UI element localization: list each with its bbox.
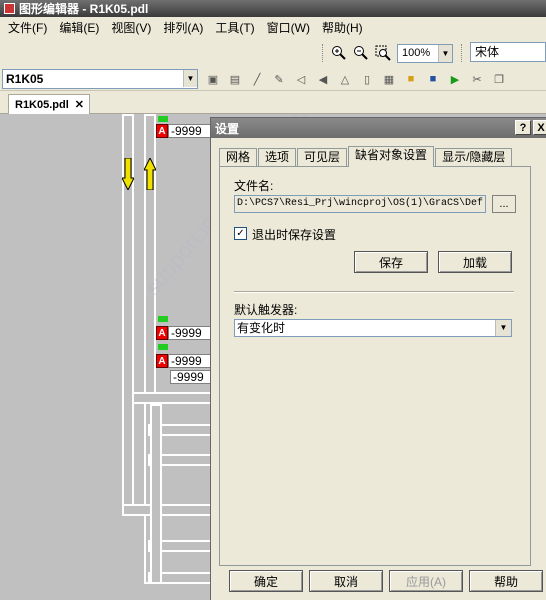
object-select[interactable]: R1K05 ▼ xyxy=(2,69,198,89)
chevron-down-icon[interactable]: ▼ xyxy=(183,70,197,87)
arrow-up-icon xyxy=(144,158,156,190)
value-indicator[interactable]: A -9999 xyxy=(156,124,218,138)
apply-button[interactable]: 应用(A) xyxy=(389,570,463,592)
value-indicator[interactable]: A -9999 xyxy=(156,354,218,368)
help-button[interactable]: 帮助 xyxy=(469,570,543,592)
status-led xyxy=(158,116,168,122)
copy-icon[interactable]: ❐ xyxy=(490,70,508,88)
file-path-field[interactable]: D:\PCS7\Resi_Prj\wincproj\OS(1)\GraCS\De… xyxy=(234,195,486,213)
zoom-area-icon[interactable] xyxy=(373,43,393,63)
pipe-segment[interactable] xyxy=(150,404,162,584)
connector-icon[interactable]: ╱ xyxy=(248,70,266,88)
document-tab[interactable]: R1K05.pdl ✕ xyxy=(8,94,90,114)
file-name-label: 文件名: xyxy=(234,179,274,193)
status-led xyxy=(158,316,168,322)
group-icon[interactable]: ▣ xyxy=(204,70,222,88)
align-top-icon[interactable]: △ xyxy=(336,70,354,88)
toolbar-grip[interactable] xyxy=(461,44,464,62)
menu-edit[interactable]: 编辑(E) xyxy=(53,18,105,38)
zoom-out-icon[interactable] xyxy=(351,43,371,63)
chevron-down-icon[interactable]: ▼ xyxy=(495,320,511,336)
tab-options[interactable]: 选项 xyxy=(258,148,297,166)
window-title: 图形编辑器 - R1K05.pdl xyxy=(19,2,149,16)
trigger-select[interactable]: 有变化时 ▼ xyxy=(234,319,512,337)
separator xyxy=(234,291,514,293)
alarm-flag: A xyxy=(156,354,168,368)
document-tab-label: R1K05.pdl xyxy=(15,98,69,111)
dialog-tabs: 网格 选项 可见层 缺省对象设置 显示/隐藏层 xyxy=(219,146,513,167)
tab-panel: 文件名: D:\PCS7\Resi_Prj\wincproj\OS(1)\Gra… xyxy=(219,166,531,566)
object-toolbar: R1K05 ▼ ▣ ▤ ╱ ✎ ◁ ◀ △ ▯ ▦ ■ ■ ▶ ✂ ❐ xyxy=(0,67,546,91)
save-button[interactable]: 保存 xyxy=(354,251,428,273)
menu-file[interactable]: 文件(F) xyxy=(2,18,53,38)
open-folder-icon[interactable]: ■ xyxy=(402,70,420,88)
dialog-title: 设置 xyxy=(215,121,240,136)
browse-button[interactable]: ... xyxy=(492,195,516,213)
new-icon[interactable]: ▯ xyxy=(358,70,376,88)
pipe-segment[interactable] xyxy=(122,504,222,516)
menu-arrange[interactable]: 排列(A) xyxy=(157,18,209,38)
zoom-select[interactable]: 100% ▼ xyxy=(397,43,453,63)
document-tab-strip: R1K05.pdl ✕ xyxy=(0,92,546,114)
cancel-button[interactable]: 取消 xyxy=(309,570,383,592)
run-icon[interactable]: ▶ xyxy=(446,70,464,88)
alarm-flag: A xyxy=(156,326,168,340)
wand-icon[interactable]: ✎ xyxy=(270,70,288,88)
tab-grid[interactable]: 网格 xyxy=(219,148,258,166)
status-led xyxy=(158,344,168,350)
ok-button[interactable]: 确定 xyxy=(229,570,303,592)
menu-view[interactable]: 视图(V) xyxy=(105,18,157,38)
menu-tools[interactable]: 工具(T) xyxy=(209,18,260,38)
align-left-icon[interactable]: ◁ xyxy=(292,70,310,88)
font-select[interactable]: 宋体 xyxy=(470,42,546,62)
app-icon xyxy=(4,3,15,14)
save-icon[interactable]: ■ xyxy=(424,70,442,88)
pipe-segment[interactable] xyxy=(132,392,222,404)
zoom-value: 100% xyxy=(402,46,431,59)
menu-window[interactable]: 窗口(W) xyxy=(261,18,316,38)
properties-icon[interactable]: ▦ xyxy=(380,70,398,88)
save-on-exit-checkbox[interactable]: ✓ xyxy=(234,227,247,240)
load-button[interactable]: 加载 xyxy=(438,251,512,273)
object-value: R1K05 xyxy=(6,72,44,86)
tab-default-object-settings[interactable]: 缺省对象设置 xyxy=(348,146,435,167)
trigger-label: 默认触发器: xyxy=(234,303,298,317)
ungroup-icon[interactable]: ▤ xyxy=(226,70,244,88)
align-right-icon[interactable]: ◀ xyxy=(314,70,332,88)
alarm-flag: A xyxy=(156,124,168,138)
menu-bar: 文件(F) 编辑(E) 视图(V) 排列(A) 工具(T) 窗口(W) 帮助(H… xyxy=(0,17,546,39)
zoom-toolbar: 100% ▼ xyxy=(0,39,546,67)
zoom-in-icon[interactable] xyxy=(329,43,349,63)
window-title-bar: 图形编辑器 - R1K05.pdl xyxy=(0,0,546,17)
font-value: 宋体 xyxy=(475,45,500,59)
menu-help[interactable]: 帮助(H) xyxy=(316,18,369,38)
arrow-down-icon xyxy=(122,158,134,190)
chevron-down-icon[interactable]: ▼ xyxy=(438,44,452,62)
value-indicator[interactable]: A -9999 xyxy=(156,326,218,340)
cut-icon[interactable]: ✂ xyxy=(468,70,486,88)
settings-dialog: 设置 ? X 网格 选项 可见层 缺省对象设置 显示/隐藏层 文件名: D:\P… xyxy=(210,117,546,600)
close-icon[interactable]: X xyxy=(533,120,546,135)
save-on-exit-label: 退出时保存设置 xyxy=(252,228,337,242)
dialog-title-bar: 设置 ? X xyxy=(211,118,546,138)
tab-visible-layers[interactable]: 可见层 xyxy=(297,148,348,166)
tab-show-hide-layers[interactable]: 显示/隐藏层 xyxy=(435,148,513,166)
trigger-value: 有变化时 xyxy=(237,321,286,335)
toolbar-grip[interactable] xyxy=(322,44,325,62)
help-icon[interactable]: ? xyxy=(515,120,531,135)
close-icon[interactable]: ✕ xyxy=(75,98,84,111)
